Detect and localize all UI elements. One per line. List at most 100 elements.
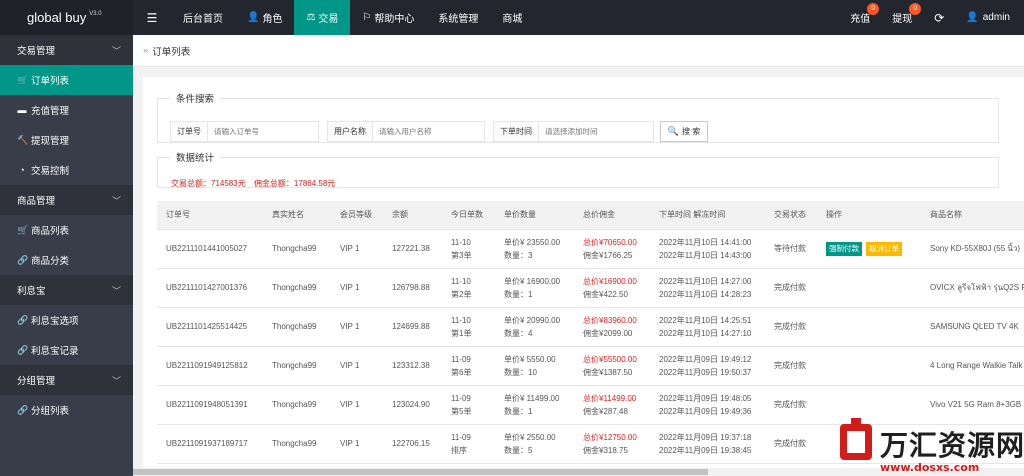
sidebar-group-goods[interactable]: 商品管理 ﹀ (0, 185, 133, 215)
time-cell: 2022年11月10日 14:41:00 2022年11月10日 14:43:00 (650, 229, 765, 269)
total-price: 总价¥12750.00 (583, 432, 637, 442)
member-level: VIP 1 (340, 439, 360, 448)
sidebar-item-interest-options[interactable]: 🔗 利息宝选项 (0, 305, 133, 335)
sidebar-item-goods-category[interactable]: 🔗 商品分类 (0, 245, 133, 275)
trade-status: 等待付款 (774, 244, 806, 253)
cancel-order-button[interactable]: 取消订单 (866, 241, 902, 256)
unit-price: 单价¥ 16900.00 (504, 276, 561, 286)
nav-help[interactable]: ⚐ 帮助中心 (350, 0, 426, 35)
nav-home-label: 后台首页 (183, 14, 223, 25)
unfreeze-time: 2022年11月10日 14:28:23 (659, 289, 752, 299)
member-level-cell: VIP 1 (331, 385, 383, 425)
sidebar-group-interest[interactable]: 利息宝 ﹀ (0, 275, 133, 305)
total-price: 总价¥83960.00 (583, 315, 637, 325)
sidebar-item-label: 利息宝选项 (31, 316, 79, 327)
sidebar-item-group-list[interactable]: 🔗 分组列表 (0, 395, 133, 425)
product-name-cell: 4 Long Range Walkie Talk (921, 346, 1024, 386)
order-no-cell: UB2211091949125812 (157, 346, 263, 386)
order-count: 排序 (451, 445, 467, 455)
order-day: 11-09 (451, 393, 471, 403)
total-price: 总价¥55500.00 (583, 354, 637, 364)
menu-icon[interactable]: ☰ (133, 0, 171, 35)
member-level: VIP 1 (340, 322, 360, 331)
nav-trade[interactable]: ⚖ 交易 (294, 0, 351, 35)
order-no-cell: UB2211101427001376 (157, 268, 263, 308)
status-cell: 完成付款 (765, 307, 817, 347)
order-count: 第6单 (451, 367, 472, 377)
search-button[interactable]: 🔍 搜 索 (660, 121, 708, 142)
order-time: 2022年11月10日 14:27:00 (659, 276, 752, 286)
sidebar-item-interest-records[interactable]: 🔗 利息宝记录 (0, 335, 133, 365)
table-row[interactable]: UB2211101427001376 Thongcha99 VIP 1 126798.… (157, 268, 1024, 308)
link-icon: 🔗 (17, 254, 29, 265)
order-time-input[interactable] (539, 121, 654, 142)
total-commission-cell: 总价¥11499.00 佣金¥287.48 (574, 385, 650, 425)
user-menu[interactable]: 👤 admin (955, 0, 1024, 35)
member-level-cell: VIP 1 (331, 229, 383, 269)
username-input[interactable] (373, 121, 485, 142)
order-no-cell: UB2211101441005027 (157, 229, 263, 269)
sidebar-item-withdraw[interactable]: 🔨 提现管理 (0, 125, 133, 155)
order-day: 11-10 (451, 315, 471, 325)
nav-system-label: 系统管理 (438, 14, 479, 25)
search-icon: 🔍 (667, 126, 679, 136)
product-name: Sony KD-55X80J (55 นิ้ว) (930, 244, 1020, 253)
balance-cell: 127221.38 (383, 229, 442, 269)
commission: 佣金¥318.75 (583, 445, 628, 455)
sidebar-item-trade-control[interactable]: ◔ 交易控制 (0, 155, 133, 185)
table-row[interactable]: UB2211101425514425 Thongcha99 VIP 1 124699.… (157, 307, 1024, 347)
sidebar-item-label: 分组列表 (31, 406, 70, 417)
order-day: 11-10 (451, 237, 471, 247)
nav-system[interactable]: 系统管理 (426, 0, 490, 35)
quantity: 数量：5 (504, 445, 533, 455)
total-commission-cell: 总价¥70650.00 佣金¥1766.25 (574, 229, 650, 269)
sidebar-group-trade[interactable]: 交易管理 ﹀ (0, 35, 133, 65)
column-header: 商品名称 (921, 201, 1024, 230)
sidebar-item-recharge[interactable]: ▬ 充值管理 (0, 95, 133, 125)
scrollbar-thumb[interactable] (133, 469, 708, 475)
trade-status: 完成付款 (774, 400, 806, 409)
order-no-cell: UB2211101425514425 (157, 307, 263, 347)
member-level-cell: VIP 1 (331, 424, 383, 464)
sidebar-item-goods-list[interactable]: 🛒 商品列表 (0, 215, 133, 245)
stats-summary: 交易总额：714583元 佣金总额：17864.58元 (171, 178, 341, 189)
unit-price: 单价¥ 11499.00 (504, 393, 560, 403)
total-price: 总价¥70650.00 (583, 237, 637, 247)
order-no-input[interactable] (208, 121, 319, 142)
refresh-icon: ⟳ (934, 10, 945, 25)
total-commission-cell: 总价¥55500.00 佣金¥1387.50 (574, 346, 650, 386)
member-level: VIP 1 (340, 244, 360, 253)
cart-icon: 🛒 (17, 74, 29, 85)
order-no: UB2211091948051391 (166, 400, 248, 409)
nav-home[interactable]: 后台首页 (171, 0, 235, 35)
sidebar-group-label: 商品管理 (17, 196, 56, 207)
table-row[interactable]: UB2211101441005027 Thongcha99 VIP 1 127221.… (157, 229, 1024, 269)
nav-role[interactable]: 👤 角色 (235, 0, 294, 35)
price-qty-cell: 单价¥ 2550.00 数量：5 (495, 424, 574, 464)
price-qty-cell: 单价¥ 16900.00 数量：1 (495, 268, 574, 308)
withdraw-button[interactable]: 提现 0 (881, 0, 923, 35)
table-row[interactable]: UB2211091949125812 Thongcha99 VIP 1 123312.… (157, 346, 1024, 386)
order-time: 2022年11月09日 19:48:05 (659, 393, 752, 403)
force-pay-button[interactable]: 强制付款 (826, 241, 862, 256)
link-icon: 🔗 (17, 344, 29, 355)
product-name: 4 Long Range Walkie Talk (930, 361, 1023, 370)
sidebar-group-groups[interactable]: 分组管理 ﹀ (0, 365, 133, 395)
member-level-cell: VIP 1 (331, 346, 383, 386)
order-count: 第3单 (451, 250, 472, 260)
order-day: 11-09 (451, 432, 471, 442)
user-icon: 👤 (966, 12, 979, 23)
sidebar-item-label: 订单列表 (31, 76, 70, 87)
column-header: 总价佣金 (574, 201, 650, 230)
status-cell: 完成付款 (765, 424, 817, 464)
product-name-cell: OVICX ลูรีจโฟฟ้า รุ่นQ2S Pr (921, 268, 1024, 308)
order-count: 第5单 (451, 406, 472, 416)
chevron-down-icon: ﹀ (111, 196, 121, 206)
sidebar-item-label: 利息宝记录 (31, 346, 79, 357)
sidebar-item-order-list[interactable]: 🛒 订单列表 (0, 65, 133, 95)
recharge-button[interactable]: 充值 0 (839, 0, 881, 35)
nav-mall[interactable]: 商城 (490, 0, 534, 35)
balance: 126798.88 (392, 283, 430, 292)
chevron-down-icon: ﹀ (111, 46, 121, 56)
refresh-button[interactable]: ⟳ (923, 0, 955, 35)
